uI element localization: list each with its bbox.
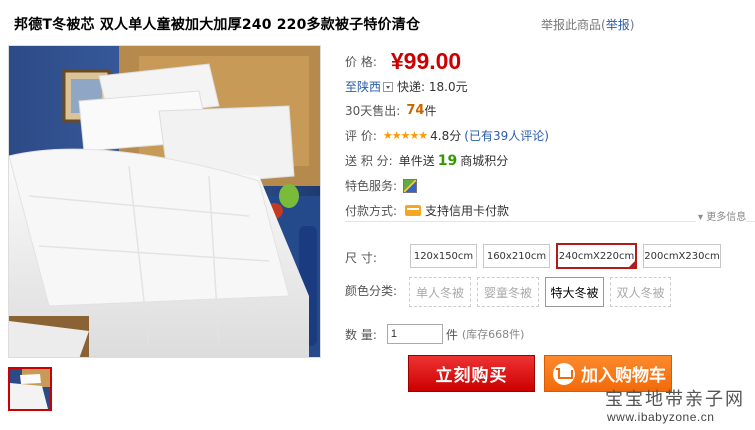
payment-text: 支持信用卡付款 [425,204,510,218]
size-option-200x230[interactable]: 200cmX230cm [643,244,721,268]
rating-stars-icon: ★★★★★ [382,129,428,142]
watermark-url: www.ibabyzone.cn [607,410,715,424]
points-suffix: 商城积分 [460,154,509,168]
rating-row: 评 价: ★★★★★ 4.8分 (已有39人评论) [345,127,549,144]
points-value: 19 [437,152,458,169]
ship-fee: 快递: 18.0元 [397,80,468,94]
thumbnail-image[interactable] [8,367,52,411]
service-row: 特色服务: [345,177,418,194]
quantity-input[interactable]: 1 [386,324,443,344]
sold-label: 30天售出: [345,104,401,118]
points-row: 送 积 分: 单件送 19 商城积分 [345,152,508,169]
points-prefix: 单件送 [398,154,435,168]
shipping-row: 至陕西 快递: 18.0元 [345,78,468,95]
review-count-link[interactable]: (已有39人评论) [464,127,549,144]
watermark-text: 宝宝地带亲子网 [605,389,745,410]
buy-now-button[interactable]: 立刻购买 [408,355,535,392]
stock-count: (库存668件) [461,328,525,341]
size-label-row: 尺 寸: [345,249,377,266]
payment-label: 付款方式: [345,204,398,218]
quantity-row: 数 量: 1 件 (库存668件) [345,324,524,344]
product-main-image[interactable] [8,45,321,358]
quantity-label: 数 量: [345,327,377,342]
color-option-baby[interactable]: 婴童冬被 [477,277,539,307]
service-badge-icon[interactable] [403,178,418,193]
thumbnail-photo [10,369,50,409]
chevron-down-icon[interactable] [383,81,394,92]
more-info-link[interactable]: ▾ 更多信息 [696,208,747,223]
color-label: 颜色分类: [345,284,398,298]
divider [345,221,755,222]
product-title: 邦德T冬被芯 双人单人童被加大加厚240 220多款被子特价清仓 [14,17,421,33]
sold-count: 74 [406,103,425,118]
size-option-160x210[interactable]: 160x210cm [483,244,550,268]
rating-score: 4.8分 [430,129,462,143]
bedding-photo [9,46,320,357]
add-to-cart-label: 加入购物车 [581,366,666,386]
price-label: 价 格: [345,55,377,69]
payment-row: 付款方式: 支持信用卡付款 [345,202,509,219]
price-value: ¥99.00 [390,48,462,74]
report-link[interactable]: 举报 [606,18,630,32]
cart-icon [553,362,575,385]
quantity-unit: 件 [445,327,458,342]
service-label: 特色服务: [345,179,398,193]
sold-unit: 件 [424,104,437,118]
color-label-row: 颜色分类: [345,282,397,299]
points-label: 送 积 分: [345,154,393,168]
size-label: 尺 寸: [345,251,377,265]
color-option-extra-large[interactable]: 特大冬被 [545,277,604,307]
report-text: 举报此商品 [541,18,602,32]
size-option-120x150[interactable]: 120x150cm [410,244,477,268]
color-option-double[interactable]: 双人冬被 [610,277,671,307]
sold-row: 30天售出: 74 件 [345,102,436,119]
color-option-single[interactable]: 单人冬被 [409,277,471,307]
size-option-240x220-selected[interactable]: 240cmX220cm [556,243,637,269]
report-link-area[interactable]: 举报此商品(举报) [541,16,634,33]
credit-card-icon [405,205,422,216]
rating-label: 评 价: [345,129,377,143]
price-row: 价 格: ¥99.00 [345,48,461,75]
ship-location[interactable]: 至陕西 [345,78,381,95]
